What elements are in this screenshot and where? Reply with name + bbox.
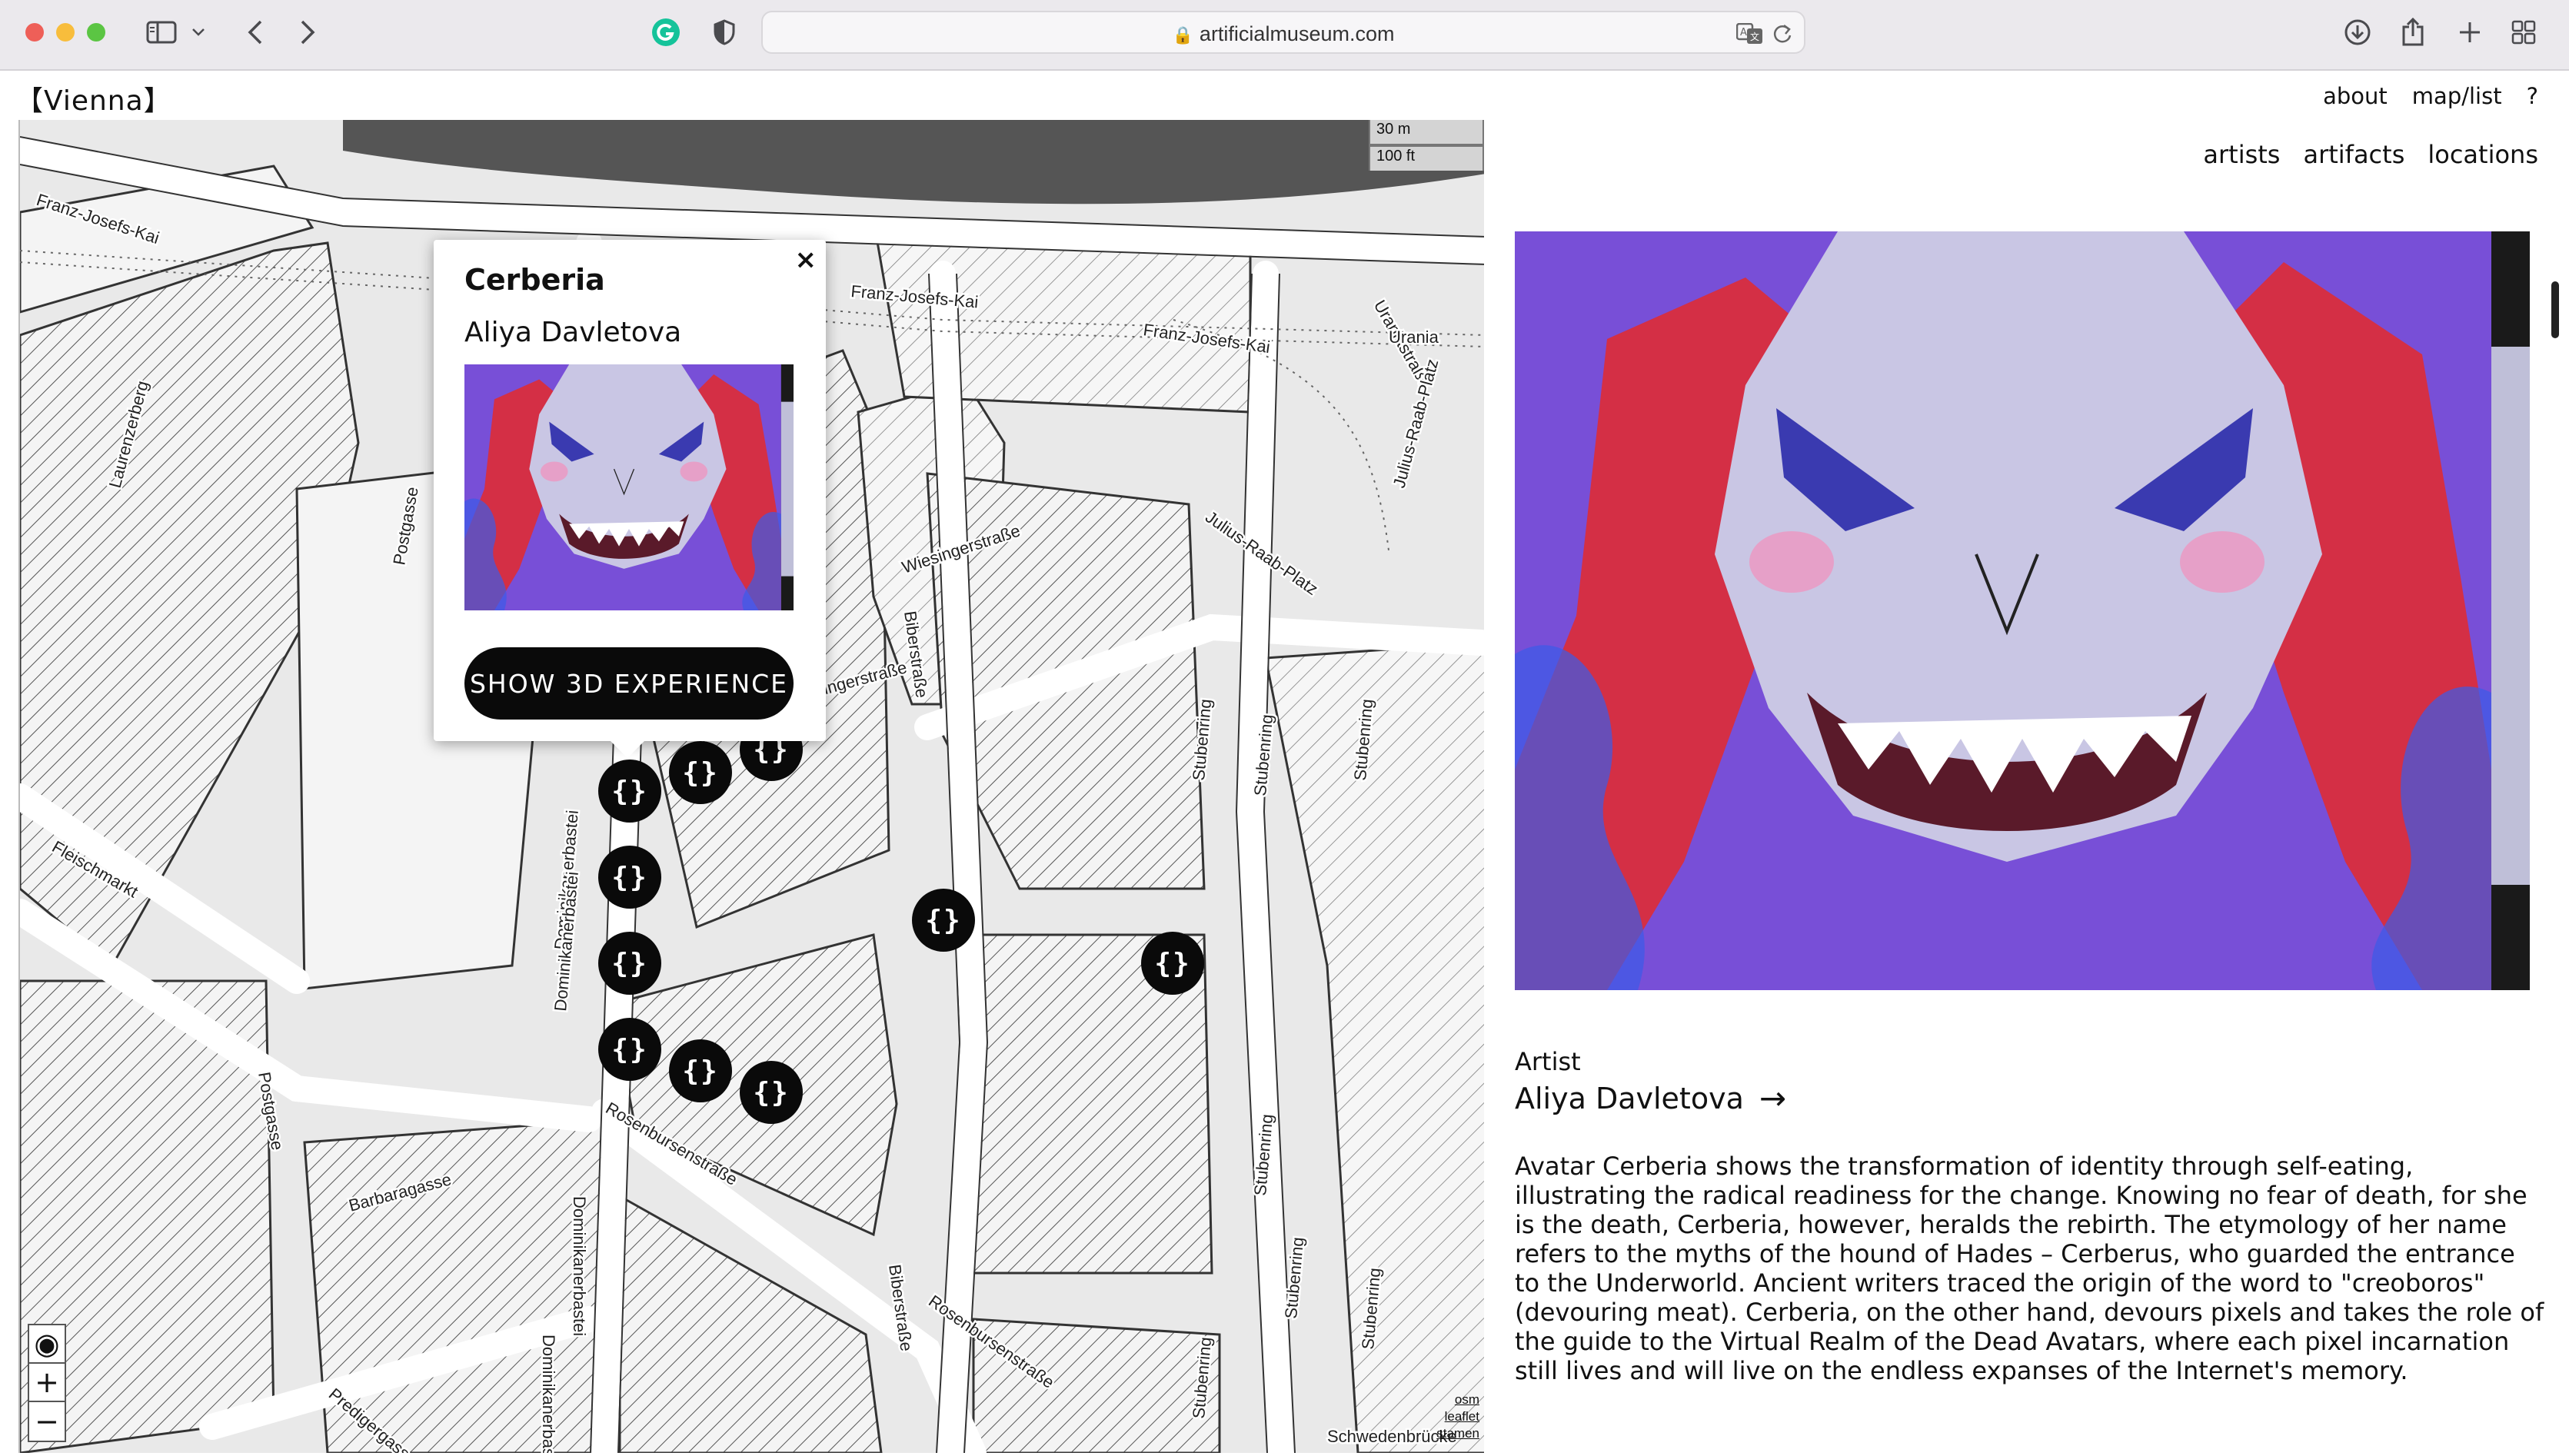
forward-icon[interactable] — [292, 14, 323, 51]
artifact-marker[interactable]: {} — [598, 932, 661, 995]
nav-map-list[interactable]: map/list — [2412, 83, 2502, 109]
locate-icon[interactable]: ◉ — [29, 1325, 65, 1364]
nav-artists[interactable]: artists — [2203, 140, 2280, 169]
artwork-image — [1515, 231, 2530, 990]
scrollbar[interactable] — [2551, 281, 2559, 338]
new-tab-icon[interactable] — [2454, 14, 2485, 51]
nav-locations[interactable]: locations — [2428, 140, 2538, 169]
zoom-in-button[interactable]: + — [29, 1364, 65, 1402]
lock-icon: 🔒 — [1172, 25, 1193, 45]
map-scale: 30 m 100 ft — [1369, 120, 1484, 171]
downloads-icon[interactable] — [2342, 14, 2373, 51]
arrow-right-icon[interactable]: → — [1759, 1079, 1786, 1117]
artifact-marker[interactable]: {} — [740, 1061, 803, 1124]
back-icon[interactable] — [240, 14, 271, 51]
map-view[interactable]: Franz-Josefs-Kai Franz-Josefs-Kai Franz-Jo… — [18, 120, 1484, 1453]
map-zoom-controls: ◉ + − — [28, 1324, 66, 1442]
street-label: Dominikanerbastei — [539, 1335, 558, 1453]
street-label: Urania — [1389, 327, 1439, 347]
attribution-stamen-link[interactable]: stamen — [1436, 1425, 1479, 1442]
artifact-marker[interactable]: {} — [598, 760, 661, 823]
reload-icon[interactable] — [1769, 15, 1796, 52]
sidebar-toggle-icon[interactable] — [143, 14, 180, 51]
close-window-button[interactable] — [25, 23, 44, 42]
popup-artist: Aliya Davletova — [464, 317, 682, 348]
artifact-marker[interactable]: {} — [669, 1039, 732, 1102]
top-navigation: about map/list ? — [2323, 83, 2538, 109]
artifact-popup: × Cerberia Aliya Davletova SHOW 3D EXPER… — [434, 240, 826, 758]
artifact-marker[interactable]: {} — [1141, 932, 1204, 995]
artist-name[interactable]: Aliya Davletova — [1515, 1082, 1744, 1115]
artifact-marker[interactable]: {} — [598, 1018, 661, 1081]
close-icon[interactable]: × — [795, 244, 817, 275]
browser-toolbar: 🔒 artificialmuseum.com A文 — [0, 0, 2569, 71]
nav-help[interactable]: ? — [2527, 83, 2538, 109]
chevron-down-icon[interactable] — [188, 14, 209, 51]
nav-about[interactable]: about — [2323, 83, 2388, 109]
artifact-marker[interactable]: {} — [669, 741, 732, 804]
zoom-window-button[interactable] — [87, 23, 105, 42]
artist-link[interactable]: Aliya Davletova → — [1515, 1079, 1786, 1117]
street-label: Dominikanerbastei — [570, 1196, 589, 1336]
svg-text:文: 文 — [1750, 31, 1759, 42]
scale-metric: 30 m — [1369, 120, 1484, 145]
artwork-thumbnail[interactable] — [464, 364, 794, 610]
minimize-window-button[interactable] — [56, 23, 75, 42]
attribution-leaflet-link[interactable]: leaflet — [1436, 1408, 1479, 1425]
attribution-osm-link[interactable]: osm — [1436, 1391, 1479, 1408]
map-attribution: osm leaflet stamen — [1436, 1391, 1479, 1442]
show-3d-experience-button[interactable]: SHOW 3D EXPERIENCE — [464, 647, 794, 720]
popup-title: Cerberia — [464, 263, 605, 297]
share-icon[interactable] — [2398, 14, 2428, 51]
artifact-marker[interactable]: {} — [912, 889, 975, 952]
city-title[interactable]: 【Vienna】 — [15, 78, 172, 118]
section-navigation: artists artifacts locations — [2203, 140, 2538, 169]
scale-imperial: 100 ft — [1369, 145, 1484, 171]
zoom-out-button[interactable]: − — [29, 1402, 65, 1441]
artifact-description: Avatar Cerberia shows the transformation… — [1515, 1152, 2544, 1385]
url-text: artificialmuseum.com — [1199, 22, 1395, 45]
address-bar[interactable]: 🔒 artificialmuseum.com A文 — [761, 11, 1805, 54]
privacy-shield-icon[interactable] — [709, 14, 740, 51]
tab-overview-icon[interactable] — [2508, 14, 2539, 51]
svg-text:A: A — [1740, 27, 1747, 38]
nav-artifacts[interactable]: artifacts — [2303, 140, 2404, 169]
grammarly-extension-icon[interactable] — [651, 14, 681, 51]
translate-icon[interactable]: A文 — [1735, 15, 1765, 52]
artist-label: Artist — [1515, 1047, 1581, 1076]
artifact-marker[interactable]: {} — [598, 846, 661, 909]
